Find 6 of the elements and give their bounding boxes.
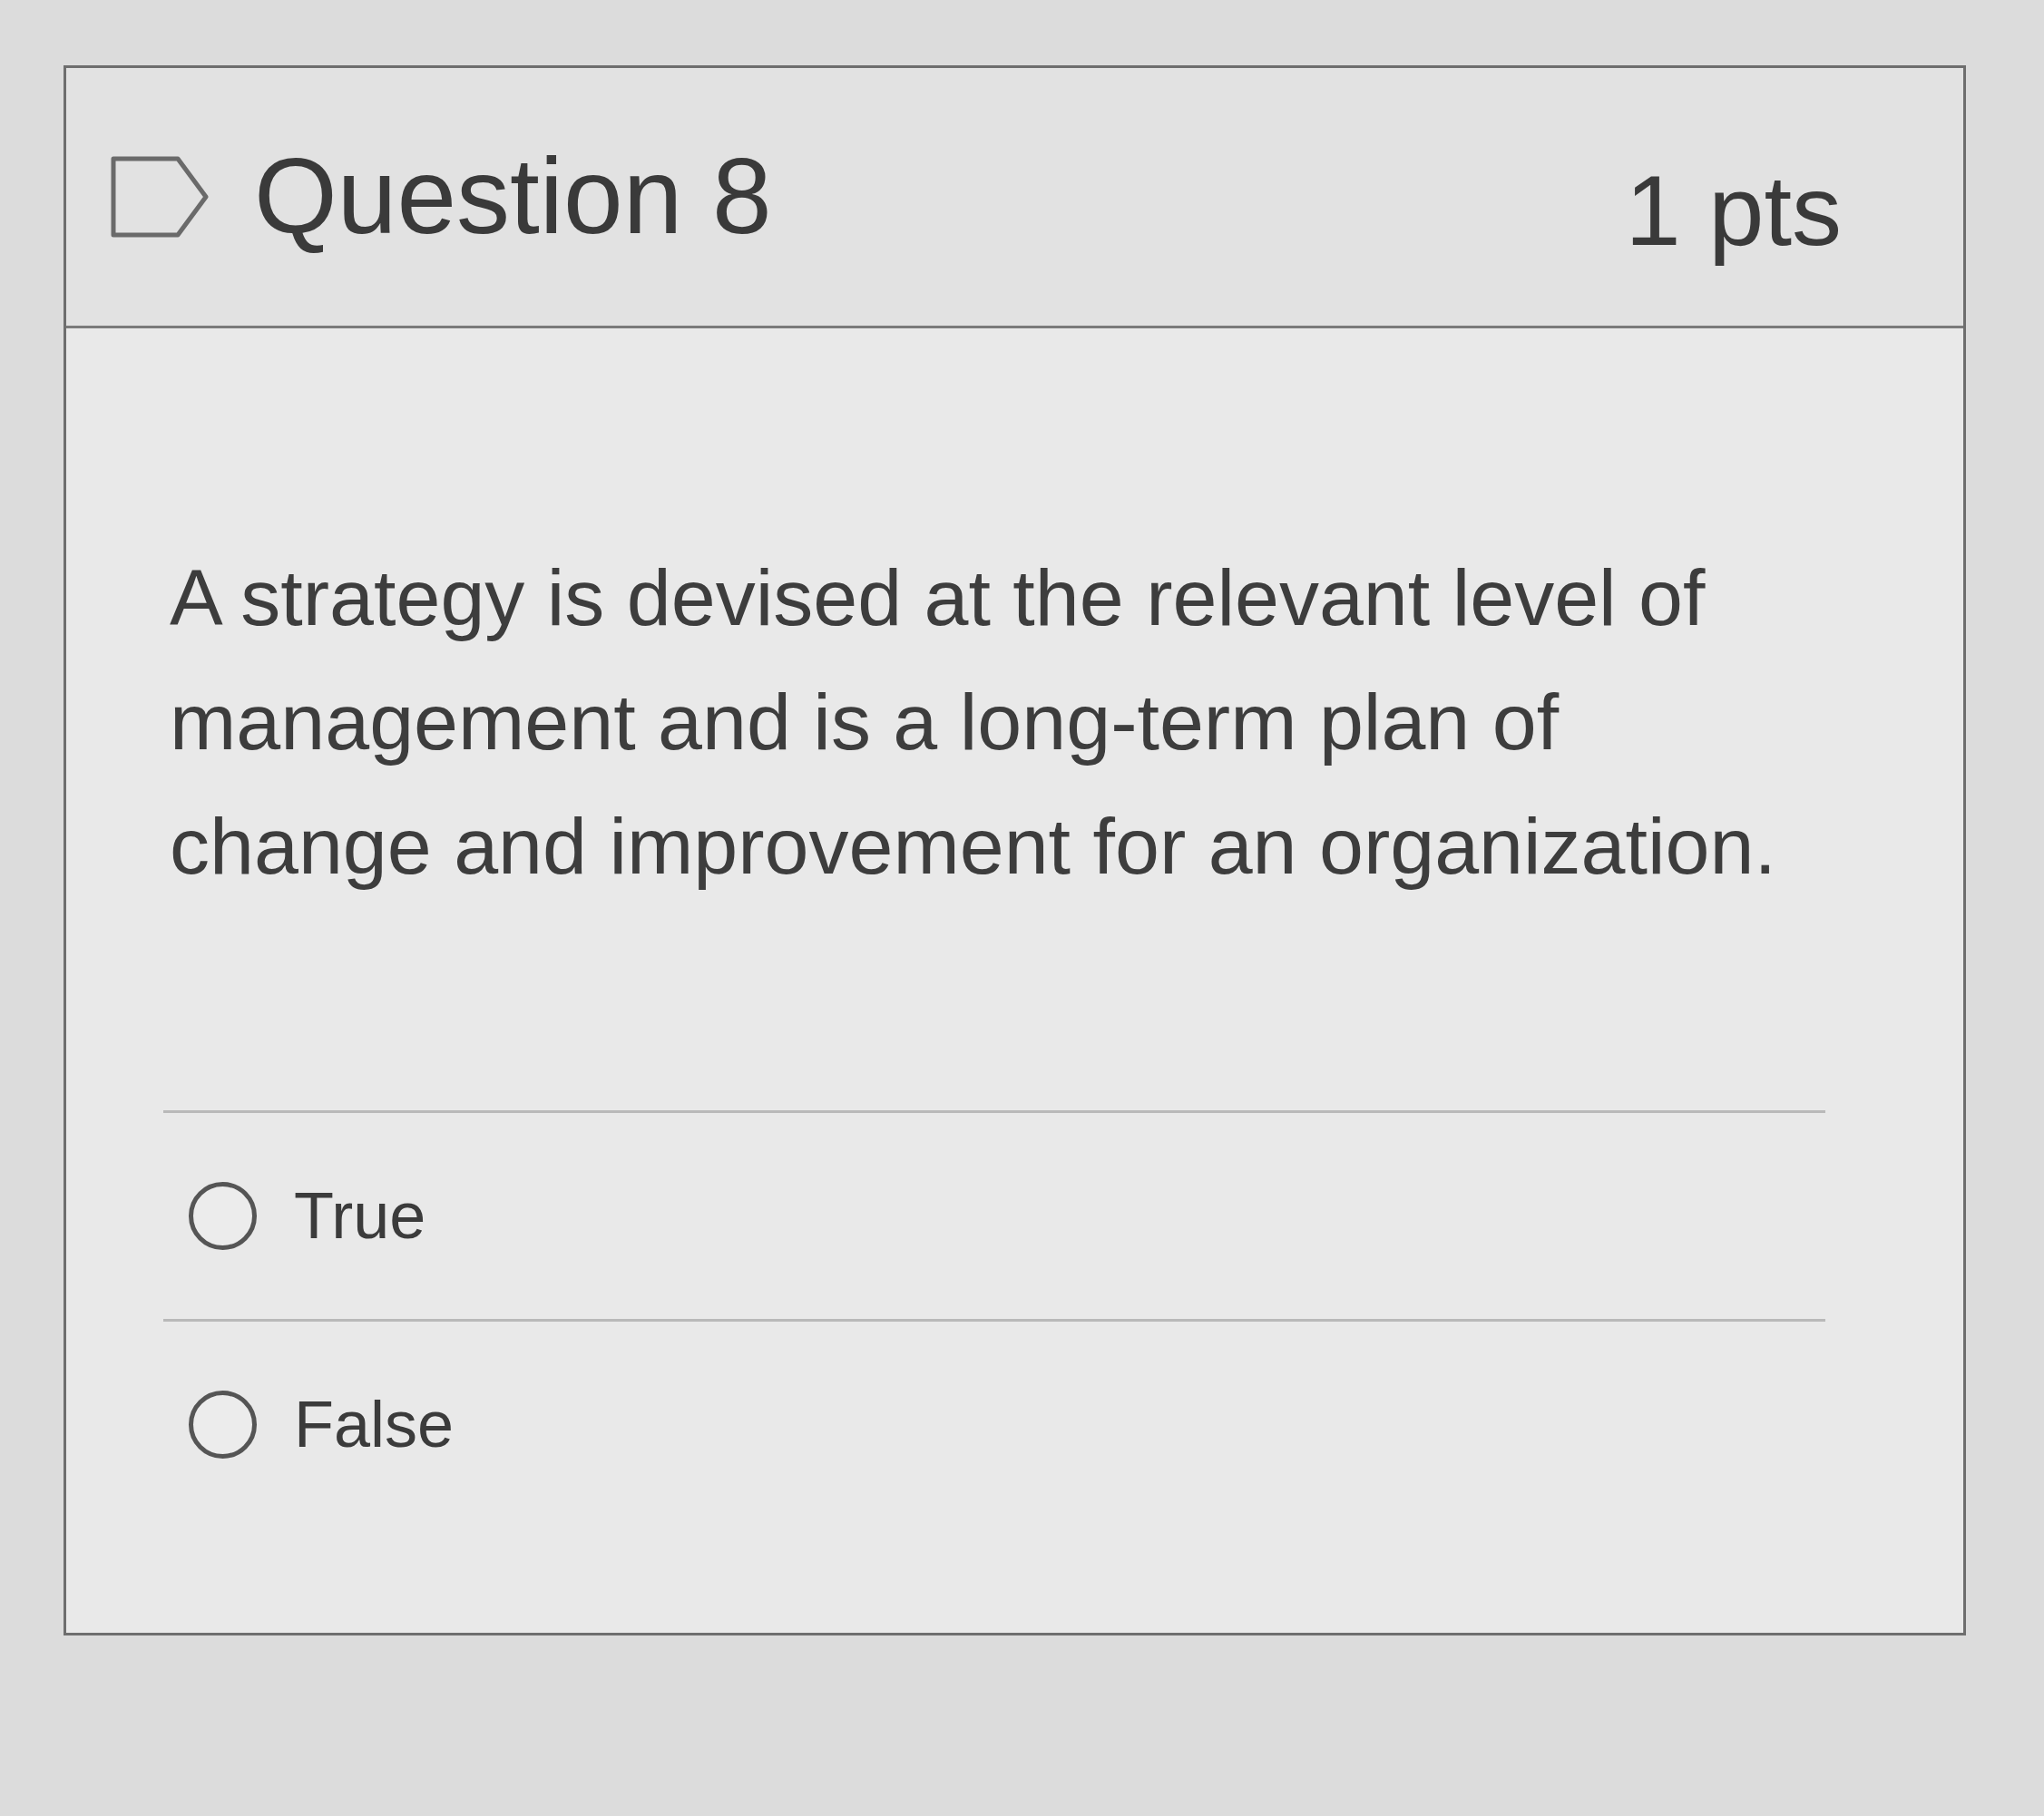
flag-icon[interactable]: [111, 156, 209, 238]
answer-label[interactable]: False: [294, 1385, 455, 1464]
answer-label[interactable]: True: [294, 1176, 426, 1255]
question-text: A strategy is devised at the relevant level of management and is a long-term plan of change and improvement for an organization.: [170, 552, 1777, 893]
points-label: 1 pts: [1625, 152, 1842, 268]
question-title: Question 8: [254, 135, 772, 259]
